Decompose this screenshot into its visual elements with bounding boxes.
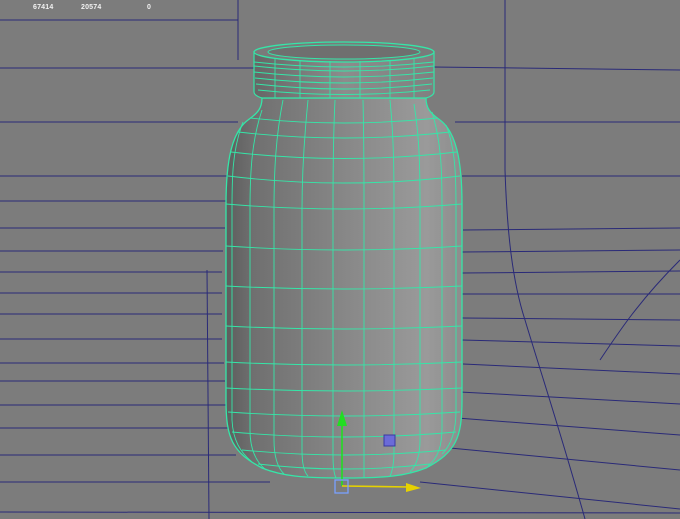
move-z-handle-icon[interactable] (383, 434, 396, 447)
3d-viewport[interactable]: 67414 20574 0 (0, 0, 680, 519)
viewport-scene[interactable] (0, 0, 680, 519)
hud-faces-value: 67414 (33, 4, 54, 11)
jar-mesh (225, 41, 463, 479)
hud-verts-value: 20574 (81, 4, 102, 11)
move-x-axis (341, 485, 411, 488)
jar-opening (267, 44, 421, 60)
hud-selected-value: 0 (147, 4, 152, 11)
